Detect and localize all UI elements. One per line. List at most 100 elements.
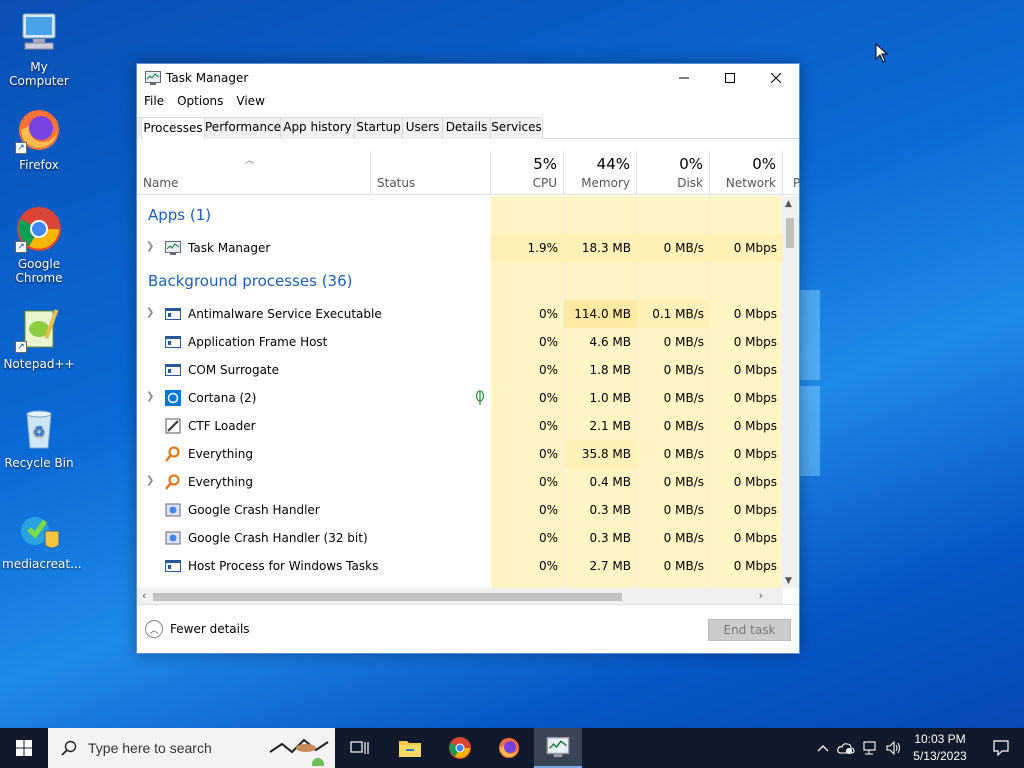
desktop-icon-chrome[interactable]: ↗ Google Chrome <box>2 205 76 285</box>
process-memory: 1.0 MB <box>589 391 631 405</box>
scroll-right-icon[interactable]: › <box>759 589 763 602</box>
horizontal-scrollbar[interactable]: ‹ › <box>137 588 783 605</box>
vertical-scrollbar[interactable]: ▲ ▼ <box>781 196 799 588</box>
process-network: 0 Mbps <box>733 391 777 405</box>
process-row[interactable]: Google Crash Handler 0% 0.3 MB 0 MB/s 0 Mbps <box>137 496 783 524</box>
process-row[interactable]: ❯ Cortana (2) 0% 1.0 MB 0 MB/s 0 Mbps <box>137 384 783 412</box>
show-hidden-icons-button[interactable] <box>814 728 832 768</box>
clock[interactable]: 10:03 PM 5/13/2023 <box>904 731 976 765</box>
tray-volume[interactable] <box>884 728 904 768</box>
search-box[interactable]: Type here to search <box>48 728 335 768</box>
notification-icon <box>993 740 1009 756</box>
taskbar-file-explorer[interactable] <box>386 728 434 768</box>
chrome-icon: ↗ <box>15 205 63 253</box>
group-background: Background processes (36) <box>148 272 353 290</box>
desktop-icon-mediacreation[interactable]: mediacreat... <box>2 505 82 571</box>
process-disk: 0 MB/s <box>663 503 704 517</box>
tab-services[interactable]: Services <box>491 117 543 139</box>
taskbar-chrome[interactable] <box>436 728 484 768</box>
process-memory: 114.0 MB <box>574 307 631 321</box>
taskbar-firefox[interactable] <box>485 728 533 768</box>
search-placeholder: Type here to search <box>88 740 212 756</box>
process-network: 0 Mbps <box>733 559 777 573</box>
process-cpu: 0% <box>538 307 558 321</box>
process-row[interactable]: ❯ Antimalware Service Executable 0% 114.0 M… <box>137 300 783 328</box>
process-icon <box>165 390 181 406</box>
group-apps: Apps (1) <box>148 206 212 224</box>
process-name: Task Manager <box>188 241 271 255</box>
column-memory[interactable]: 44% Memory <box>564 151 637 195</box>
expand-chevron-icon[interactable]: ❯ <box>146 391 154 402</box>
column-cpu[interactable]: 5% CPU <box>491 151 564 195</box>
scroll-down-icon[interactable]: ▼ <box>785 576 792 586</box>
fewer-details-button[interactable]: ︿ Fewer details <box>145 620 250 638</box>
firefox-icon <box>499 738 519 758</box>
process-row[interactable]: Everything 0% 35.8 MB 0 MB/s 0 Mbps <box>137 440 783 468</box>
column-status[interactable]: Status <box>371 151 491 195</box>
scroll-up-icon[interactable]: ▲ <box>785 199 792 209</box>
process-row[interactable]: COM Surrogate 0% 1.8 MB 0 MB/s 0 Mbps <box>137 356 783 384</box>
task-manager-window[interactable]: Task Manager File Options View Processes… <box>136 63 800 654</box>
process-cpu: 0% <box>538 363 558 377</box>
process-icon <box>165 502 181 518</box>
title-bar[interactable]: Task Manager <box>137 64 799 92</box>
tab-app-history[interactable]: App history <box>281 117 355 139</box>
process-network: 0 Mbps <box>733 241 777 255</box>
taskbar-task-manager[interactable] <box>534 728 582 768</box>
column-name[interactable]: Name <box>137 151 371 195</box>
action-center-button[interactable] <box>978 728 1024 768</box>
menu-options[interactable]: Options <box>177 94 223 108</box>
desktop-icon-firefox[interactable]: ↗ Firefox <box>2 106 76 172</box>
end-task-button[interactable]: End task <box>708 619 791 641</box>
folder-icon <box>399 741 421 757</box>
tab-startup[interactable]: Startup <box>355 117 403 139</box>
process-cpu: 0% <box>538 447 558 461</box>
process-cpu: 0% <box>538 419 558 433</box>
minimize-button[interactable] <box>661 64 707 92</box>
tab-users[interactable]: Users <box>403 117 443 139</box>
process-row[interactable]: Host Process for Windows Tasks 0% 2.7 MB 0 … <box>137 552 783 580</box>
task-manager-icon <box>546 737 570 757</box>
column-network[interactable]: 0% Network <box>710 151 783 195</box>
desktop-icon-recycle-bin[interactable]: ♻ Recycle Bin <box>2 404 76 470</box>
process-cpu: 0% <box>538 531 558 545</box>
process-row[interactable]: Application Frame Host 0% 4.6 MB 0 MB/s 0 Mb… <box>137 328 783 356</box>
process-row[interactable]: ❯ Everything 0% 0.4 MB 0 MB/s 0 Mbps <box>137 468 783 496</box>
tab-processes[interactable]: Processes <box>141 117 205 139</box>
tab-performance[interactable]: Performance <box>205 117 281 139</box>
process-row[interactable]: ❯ Task Manager 1.9% 18.3 MB 0 MB/s 0 Mbps <box>137 234 783 262</box>
computer-icon <box>15 8 63 56</box>
process-memory: 1.8 MB <box>589 363 631 377</box>
expand-chevron-icon[interactable]: ❯ <box>146 307 154 318</box>
desktop-icon-my-computer[interactable]: My Computer <box>2 8 76 88</box>
process-row[interactable]: Google Crash Handler (32 bit) 0% 0.3 MB 0 M… <box>137 524 783 552</box>
process-network: 0 Mbps <box>733 503 777 517</box>
desktop-icon-notepad-plus-plus[interactable]: ↗ Notepad++ <box>2 305 76 371</box>
desktop-icon-label: Google Chrome <box>15 257 63 285</box>
process-list: Apps (1) Background processes (36) ❯ Task… <box>137 196 783 588</box>
hscroll-thumb[interactable] <box>153 593 622 601</box>
column-disk[interactable]: 0% Disk <box>637 151 710 195</box>
tray-onedrive[interactable] <box>836 728 856 768</box>
expand-chevron-icon[interactable]: ❯ <box>146 241 154 252</box>
tray-network[interactable] <box>860 728 882 768</box>
process-row[interactable]: CTF Loader 0% 2.1 MB 0 MB/s 0 Mbps <box>137 412 783 440</box>
scroll-thumb[interactable] <box>786 218 794 248</box>
scroll-left-icon[interactable]: ‹ <box>142 589 146 602</box>
menu-view[interactable]: View <box>236 94 264 108</box>
process-name: Application Frame Host <box>188 335 328 349</box>
search-highlight-image <box>269 738 329 766</box>
close-button[interactable] <box>753 64 799 92</box>
volume-icon <box>886 741 900 755</box>
process-cpu: 1.9% <box>527 241 559 255</box>
start-button[interactable] <box>0 728 48 768</box>
tab-details[interactable]: Details <box>443 117 491 139</box>
process-icon <box>165 474 181 490</box>
expand-chevron-icon[interactable]: ❯ <box>146 475 154 486</box>
menu-file[interactable]: File <box>144 94 164 108</box>
task-view-button[interactable] <box>336 728 384 768</box>
process-icon <box>165 558 181 574</box>
maximize-button[interactable] <box>707 64 753 92</box>
column-power[interactable]: P <box>783 151 801 195</box>
recycle-bin-icon: ♻ <box>15 404 63 452</box>
